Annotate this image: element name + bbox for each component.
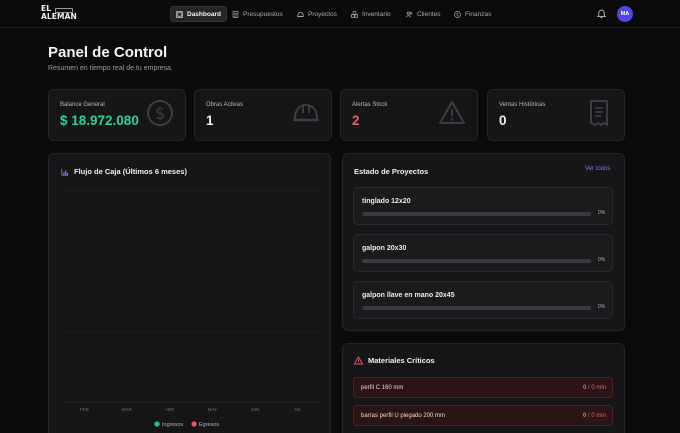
nav-label: Dashboard xyxy=(187,10,221,18)
see-all-link[interactable]: Ver todos xyxy=(585,166,610,172)
material-name: perfil C 160 mm xyxy=(361,385,404,391)
nav-item-finanzas[interactable]: $ Finanzas xyxy=(449,6,496,22)
project-percent: 0% xyxy=(598,304,606,310)
helmet-icon xyxy=(293,103,319,122)
legend-label: Ingresos xyxy=(162,422,183,428)
brand-logo[interactable]: EL ALEMAN xyxy=(41,5,77,23)
project-name: tinglado 12x20 xyxy=(362,198,411,205)
page-title: Panel de Control xyxy=(48,44,168,61)
warning-icon xyxy=(354,356,363,365)
nav-item-clientes[interactable]: Clientes xyxy=(401,6,445,22)
svg-text:$: $ xyxy=(456,12,459,17)
material-item[interactable]: barras perfil U plegado 200 mm 0 / 0 min xyxy=(353,405,613,426)
x-tick-label: JUL xyxy=(294,407,302,412)
stat-card-obras: Obras Activas 1 xyxy=(194,89,332,141)
svg-text:$: $ xyxy=(155,104,166,124)
materials-title: Materiales Críticos xyxy=(354,356,435,365)
x-tick-label: MAR xyxy=(122,407,133,412)
stat-label: Balance General xyxy=(60,102,105,108)
bell-icon[interactable] xyxy=(597,9,606,18)
project-item[interactable]: galpon llave en mano 20x45 0% xyxy=(353,281,613,319)
projects-title: Estado de Proyectos xyxy=(354,167,429,176)
nav-label: Presupuestos xyxy=(243,10,283,18)
nav-item-presupuestos[interactable]: Presupuestos xyxy=(227,6,288,22)
project-item[interactable]: galpon 20x30 0% xyxy=(353,234,613,272)
stat-value: $ 18.972.080 xyxy=(60,113,139,128)
x-tick-label: MAY xyxy=(208,407,217,412)
legend-label: Egresos xyxy=(199,422,219,428)
stat-value: 0 xyxy=(499,113,507,128)
users-icon xyxy=(406,10,413,17)
nav-label: Proyectos xyxy=(308,10,337,18)
stat-card-balance: Balance General $ 18.972.080 $ xyxy=(48,89,186,141)
dollar-icon: $ xyxy=(147,100,173,126)
stat-card-alertas: Alertas Stock 2 xyxy=(340,89,478,141)
page-subtitle: Resumen en tiempo real de tu empresa. xyxy=(48,65,173,72)
project-progress-bar xyxy=(362,212,591,216)
material-stock: 0 / 0 min xyxy=(583,385,606,391)
x-tick-label: JUN xyxy=(251,407,260,412)
stat-card-ventas: Ventas Históricas 0 xyxy=(487,89,625,141)
stat-label: Obras Activas xyxy=(206,102,244,108)
receipt-icon xyxy=(590,100,608,126)
nav-label: Inventario xyxy=(362,10,391,18)
project-item[interactable]: tinglado 12x20 0% xyxy=(353,187,613,225)
top-navbar: EL ALEMAN Dashboard Presupuestos Proyect… xyxy=(0,0,680,28)
cashflow-chart: FEB MAR ABR MAY JUN JUL Ingresos Egresos xyxy=(63,189,319,428)
project-percent: 0% xyxy=(598,210,606,216)
stat-label: Ventas Históricas xyxy=(499,102,546,108)
material-name: barras perfil U plegado 200 mm xyxy=(361,413,446,419)
materials-title-text: Materiales Críticos xyxy=(368,356,435,365)
warning-icon xyxy=(439,101,465,124)
stat-value: 2 xyxy=(352,113,360,128)
cashflow-panel: Flujo de Caja (Últimos 6 meses) FEB MAR AB… xyxy=(48,153,331,433)
stat-label: Alertas Stock xyxy=(352,102,388,108)
coin-icon: $ xyxy=(454,10,461,18)
material-stock-min: / 0 min xyxy=(586,385,606,391)
project-name: galpon 20x30 xyxy=(362,245,407,252)
material-stock-min: / 0 min xyxy=(586,413,606,419)
nav-item-dashboard[interactable]: Dashboard xyxy=(170,6,227,22)
x-tick-label: ABR xyxy=(165,407,175,412)
document-icon xyxy=(232,10,239,18)
nav-item-proyectos[interactable]: Proyectos xyxy=(292,6,342,22)
legend-marker xyxy=(191,421,197,427)
project-name: galpon llave en mano 20x45 xyxy=(362,292,455,299)
x-tick-label: FEB xyxy=(80,407,89,412)
brand-line-2: ALEMAN xyxy=(41,12,77,21)
dashboard-icon xyxy=(176,10,183,18)
stat-value: 1 xyxy=(206,113,214,128)
nav-item-inventario[interactable]: Inventario xyxy=(346,6,396,22)
legend-marker xyxy=(154,421,160,427)
project-progress-bar xyxy=(362,306,591,310)
material-item[interactable]: perfil C 160 mm 0 / 0 min xyxy=(353,377,613,398)
nav-label: Clientes xyxy=(417,10,441,18)
boxes-icon xyxy=(351,10,358,18)
project-percent: 0% xyxy=(598,257,606,263)
project-progress-bar xyxy=(362,259,591,263)
user-avatar[interactable]: MA xyxy=(617,6,633,22)
material-stock: 0 / 0 min xyxy=(583,413,606,419)
nav-label: Finanzas xyxy=(465,10,492,18)
helmet-icon xyxy=(297,11,304,17)
